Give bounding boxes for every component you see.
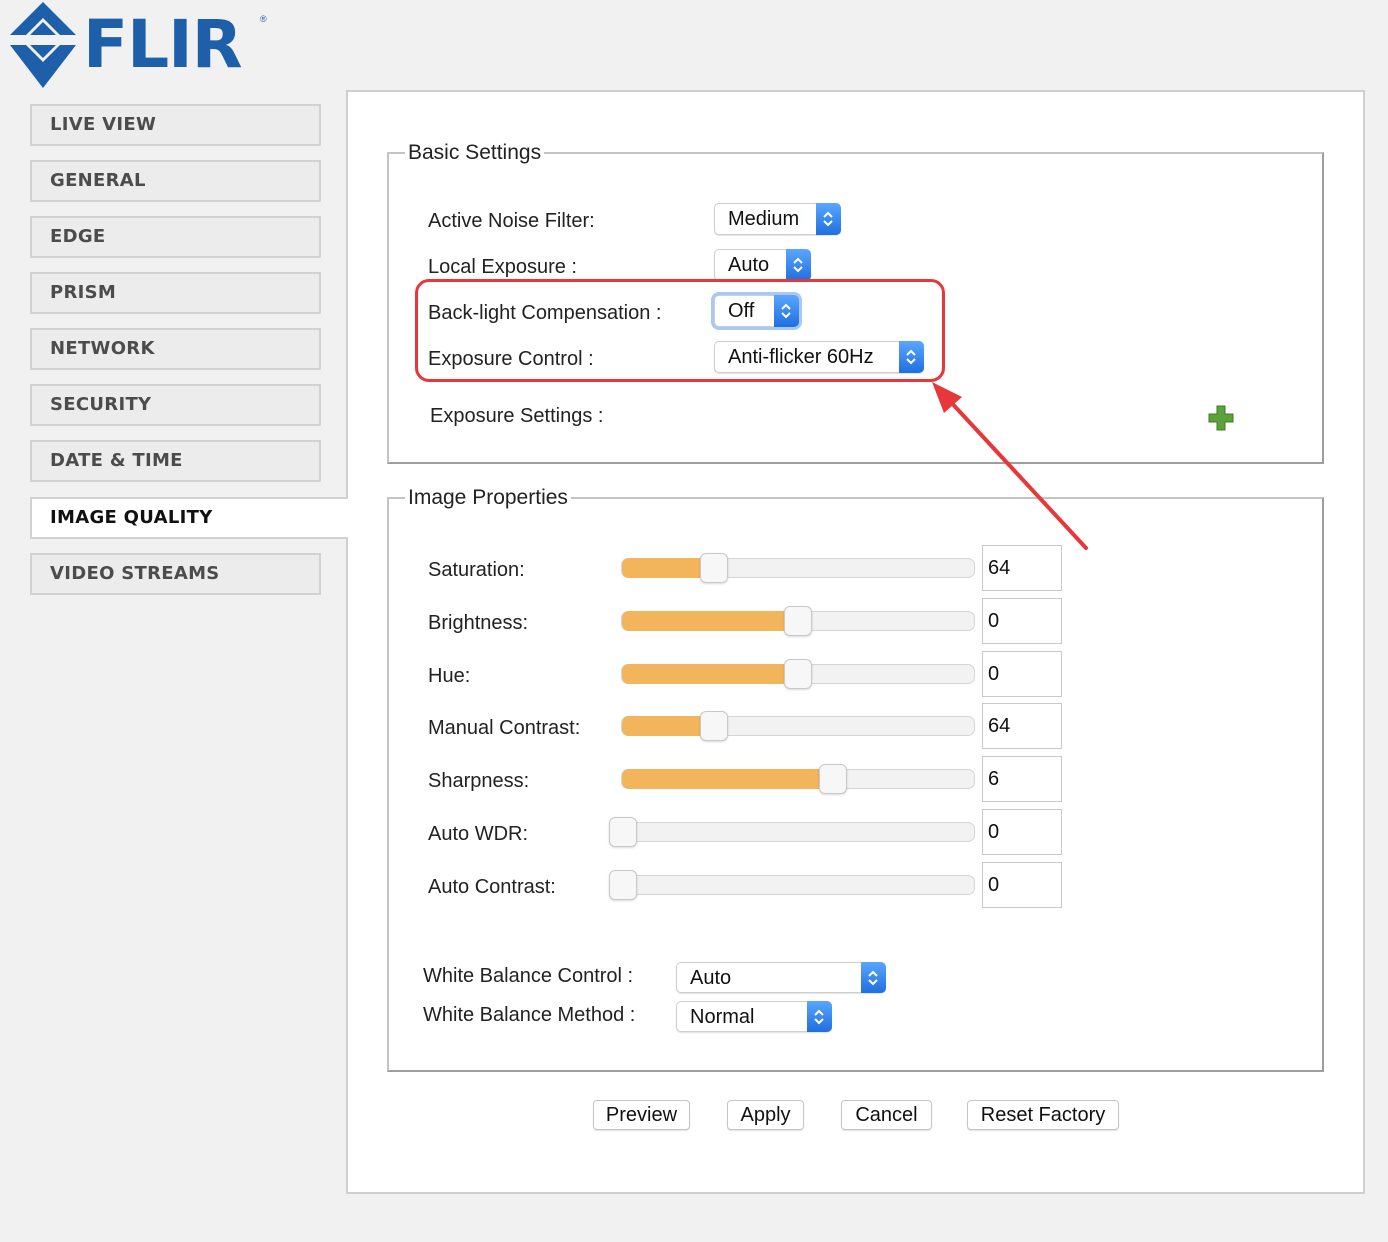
slider-thumb[interactable] xyxy=(699,711,728,741)
logo-text: FLIR xyxy=(83,6,243,83)
auto-wdr-value-input[interactable]: 0 xyxy=(982,809,1062,855)
hue-slider[interactable] xyxy=(621,659,975,689)
white-balance-control-select[interactable]: Auto xyxy=(676,962,886,993)
brightness-slider[interactable] xyxy=(621,606,975,636)
plus-icon[interactable] xyxy=(1207,404,1235,432)
nav-item-general[interactable]: GENERAL xyxy=(30,160,321,202)
preview-button[interactable]: Preview xyxy=(593,1100,690,1130)
backlight-compensation-select[interactable]: Off xyxy=(714,295,799,327)
manual-contrast-label: Manual Contrast: xyxy=(428,717,581,739)
nav-item-edge[interactable]: EDGE xyxy=(30,216,321,258)
auto-contrast-slider[interactable] xyxy=(609,870,975,900)
slider-thumb[interactable] xyxy=(784,606,812,636)
saturation-value-input[interactable]: 64 xyxy=(982,545,1062,591)
slider-thumb[interactable] xyxy=(609,817,637,847)
apply-button[interactable]: Apply xyxy=(727,1100,804,1130)
exposure-settings-label: Exposure Settings : xyxy=(430,405,604,427)
saturation-label: Saturation: xyxy=(428,559,525,581)
registered-mark: ® xyxy=(260,14,267,24)
hue-label: Hue: xyxy=(428,665,471,687)
auto-wdr-slider[interactable] xyxy=(609,817,975,847)
select-arrows-icon xyxy=(807,1001,832,1032)
nav-item-date-time[interactable]: DATE & TIME xyxy=(30,440,321,482)
select-value: Auto xyxy=(728,254,770,276)
active-noise-filter-select[interactable]: Medium xyxy=(714,203,841,235)
auto-contrast-value-input[interactable]: 0 xyxy=(982,862,1062,908)
select-value: Medium xyxy=(728,208,800,230)
select-arrows-icon xyxy=(774,295,799,327)
slider-fill xyxy=(622,611,798,631)
slider-thumb[interactable] xyxy=(609,870,637,900)
flir-logo: FLIR ® xyxy=(8,0,268,95)
nav-item-security[interactable]: SECURITY xyxy=(30,384,321,426)
manual-contrast-value-input[interactable]: 64 xyxy=(982,703,1062,749)
nav-item-network[interactable]: NETWORK xyxy=(30,328,321,370)
nav-item-video-streams[interactable]: VIDEO STREAMS xyxy=(30,553,321,595)
select-arrows-icon xyxy=(786,249,811,281)
sharpness-label: Sharpness: xyxy=(428,770,530,792)
local-exposure-select[interactable]: Auto xyxy=(714,249,811,281)
select-value: Anti-flicker 60Hz xyxy=(728,346,874,368)
hue-value-input[interactable]: 0 xyxy=(982,651,1062,697)
saturation-slider[interactable] xyxy=(621,553,975,583)
auto-contrast-label: Auto Contrast: xyxy=(428,876,556,898)
flir-diamond-icon xyxy=(10,2,76,88)
slider-fill xyxy=(622,664,798,684)
exposure-control-select[interactable]: Anti-flicker 60Hz xyxy=(714,341,924,373)
backlight-compensation-label: Back-light Compensation : xyxy=(428,302,662,324)
nav-item-prism[interactable]: PRISM xyxy=(30,272,321,314)
slider-fill xyxy=(622,769,834,789)
slider-thumb[interactable] xyxy=(699,553,728,583)
white-balance-control-label: White Balance Control : xyxy=(423,965,634,987)
white-balance-method-select[interactable]: Normal xyxy=(676,1001,832,1032)
sharpness-value-input[interactable]: 6 xyxy=(982,756,1062,802)
local-exposure-label: Local Exposure : xyxy=(428,256,577,278)
select-value: Off xyxy=(728,300,755,322)
basic-settings-legend: Basic Settings xyxy=(408,141,542,164)
nav-item-image-quality[interactable]: IMAGE QUALITY xyxy=(30,497,348,539)
cancel-button[interactable]: Cancel xyxy=(841,1100,932,1130)
select-arrows-icon xyxy=(899,341,924,373)
white-balance-method-label: White Balance Method : xyxy=(423,1004,636,1026)
nav-item-live-view[interactable]: LIVE VIEW xyxy=(30,104,321,146)
exposure-control-label: Exposure Control : xyxy=(428,348,594,370)
select-arrows-icon xyxy=(816,203,841,235)
active-noise-filter-label: Active Noise Filter: xyxy=(428,210,595,232)
settings-panel: Basic Settings Active Noise Filter: Medi… xyxy=(346,90,1365,1194)
brightness-value-input[interactable]: 0 xyxy=(982,598,1062,644)
slider-thumb[interactable] xyxy=(784,659,812,689)
brightness-label: Brightness: xyxy=(428,612,529,634)
image-properties-legend: Image Properties xyxy=(408,486,568,509)
reset-factory-button[interactable]: Reset Factory xyxy=(967,1100,1119,1130)
select-arrows-icon xyxy=(861,962,886,993)
manual-contrast-slider[interactable] xyxy=(621,711,975,741)
auto-wdr-label: Auto WDR: xyxy=(428,823,529,845)
select-value: Normal xyxy=(690,1006,755,1028)
select-value: Auto xyxy=(690,967,732,989)
slider-thumb[interactable] xyxy=(819,764,848,794)
sharpness-slider[interactable] xyxy=(621,764,975,794)
